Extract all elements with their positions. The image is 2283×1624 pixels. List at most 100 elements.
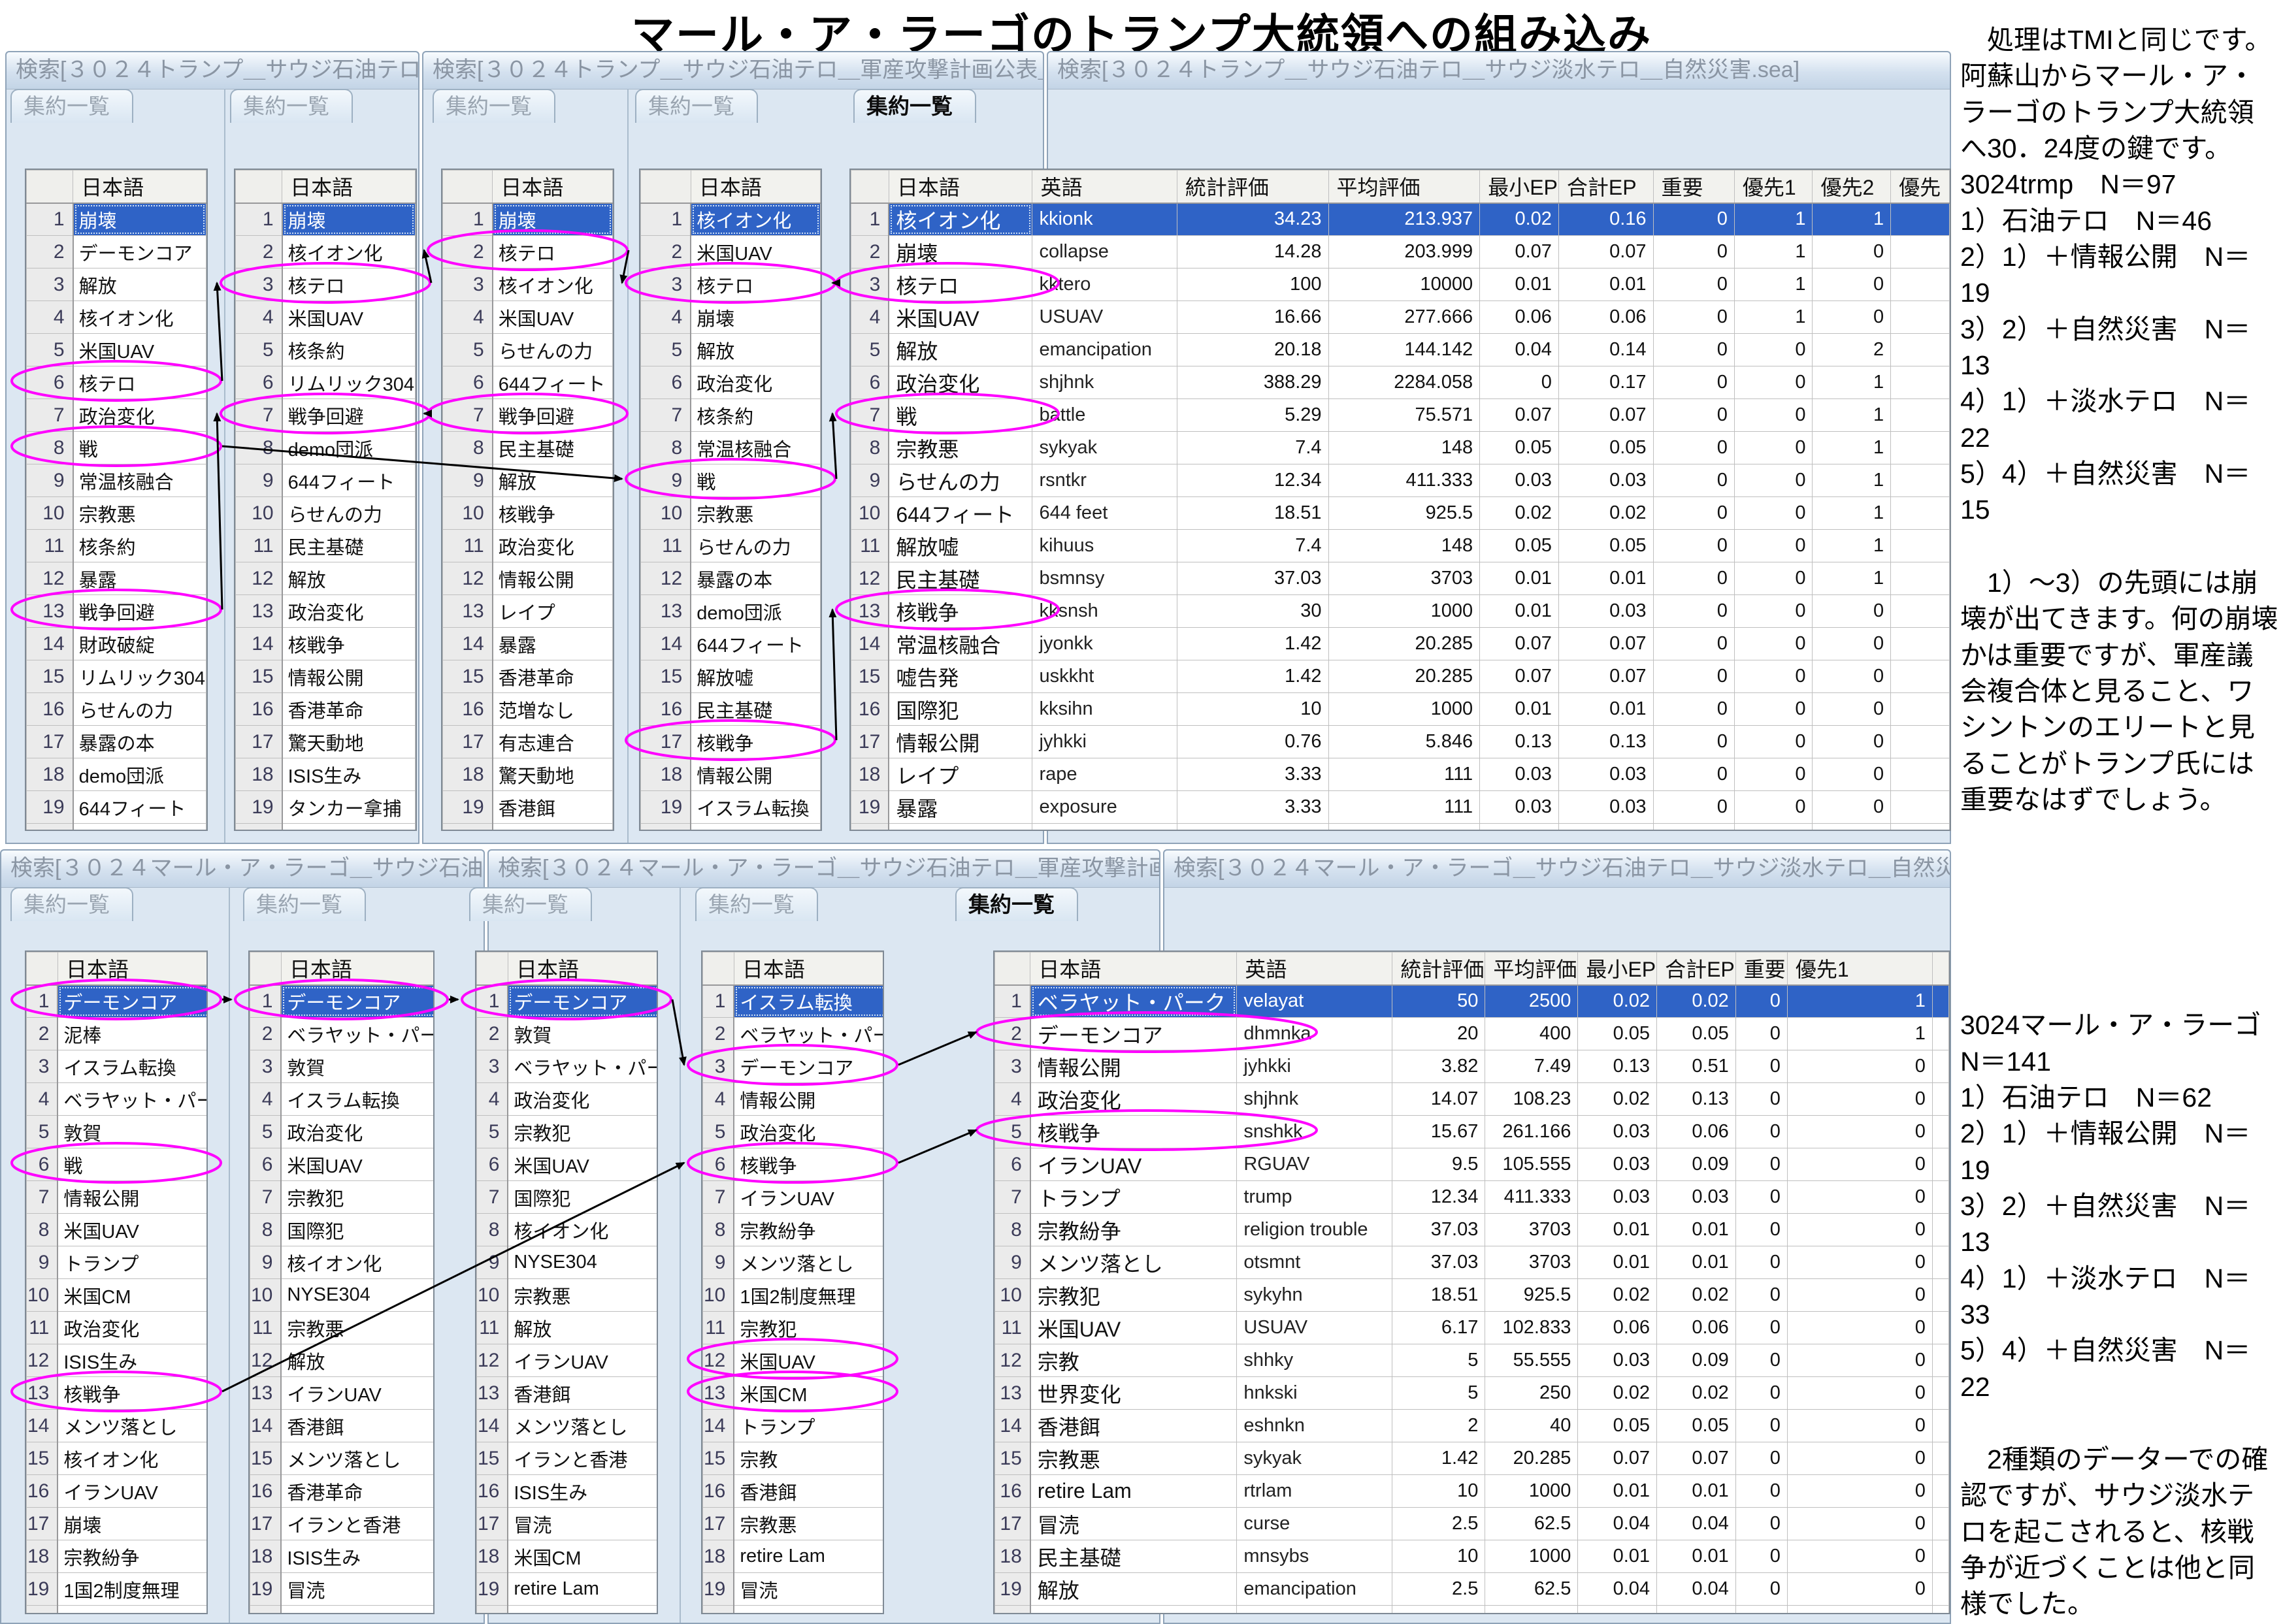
table-row[interactable]: 5らせんの力 [443,334,613,366]
table-row[interactable]: 19暴露exposure3.331110.030.03000 [851,791,1950,824]
table-row[interactable]: 8宗教紛争religion trouble37.0337030.010.0100 [995,1214,1949,1246]
table-row[interactable]: 12米国UAV [703,1344,885,1377]
window-title-bar[interactable]: 検索[３０２４トランプ＿サウジ石油テロ＿軍産攻撃計画公表＿自然災害.sea] [423,52,1043,89]
table-row[interactable]: 4政治変化 [477,1083,659,1116]
table-row[interactable]: 10宗教犯sykyhn18.51925.50.020.0200 [995,1279,1949,1312]
table-row[interactable]: 8宗教紛争 [703,1214,885,1246]
table-row[interactable]: 5解放emancipation20.18144.1420.040.14002 [851,334,1950,366]
table-row[interactable]: 1崩壊 [443,203,613,236]
column-header[interactable]: 英語 [1237,952,1392,985]
table-row[interactable]: 6核テロ [27,366,206,399]
table-row[interactable]: 14トランプ [703,1410,885,1442]
table-row[interactable]: 12民主基礎bsmnsy37.0337030.010.01001 [851,562,1950,595]
table-row[interactable]: 4イスラム転換 [250,1083,435,1116]
table-row[interactable]: 5核戦争snshkk15.67261.1660.030.0600 [995,1116,1949,1148]
table-row[interactable]: 9NYSE304 [477,1246,659,1279]
column-header[interactable]: 優先 [1891,171,1950,203]
window-title-bar[interactable]: 検索[３０２４マール・ア・ラーゴ＿サウジ石油テロ＿サウジ淡水テロ＿自然災害.se… [1164,851,1950,888]
table-row[interactable]: 2崩壊collapse14.28203.9990.070.07010 [851,236,1950,268]
table-row[interactable]: 12情報公開 [443,562,613,595]
table-row[interactable]: 14香港餌 [250,1410,435,1442]
table-row[interactable]: 3解放 [27,268,206,301]
table-row[interactable]: 15リムリック304 [27,660,206,693]
table-row[interactable]: 5敦賀 [27,1116,208,1148]
table-row[interactable]: 12解放 [250,1344,435,1377]
table-row[interactable]: 8民主基礎 [443,432,613,464]
table-row[interactable]: 4米国UAV [443,301,613,334]
table-row[interactable]: 11解放 [477,1312,659,1344]
table-row[interactable]: 13香港餌 [477,1377,659,1410]
table-row[interactable]: 7国際犯 [477,1181,659,1214]
table-row[interactable]: 11米国UAVUSUAV6.17102.8330.060.0600 [995,1312,1949,1344]
table-row[interactable]: 16らせんの力 [27,693,206,726]
table-row[interactable]: 7戦争回避 [443,399,613,432]
table-row[interactable]: 7イランUAV [703,1181,885,1214]
table-row[interactable]: 3情報公開jyhkki3.827.490.130.5100 [995,1050,1949,1083]
table-row[interactable]: 3核テロ [641,268,821,301]
table-row[interactable]: 18宗教紛争 [27,1540,208,1573]
tab-aggregate-list[interactable]: 集約一覧 [10,887,133,921]
table-row[interactable]: 7政治変化 [27,399,206,432]
table-row[interactable]: 2米国UAV [641,236,821,268]
table-row[interactable]: 8宗教悪sykyak7.41480.050.05001 [851,432,1950,464]
table-row[interactable]: 1崩壊 [236,203,416,236]
table-row[interactable]: 191国2制度無理 [27,1573,208,1606]
table-row[interactable]: 10米国CM [27,1279,208,1312]
column-header[interactable]: 日本語 [691,171,820,203]
column-header[interactable]: 日本語 [889,171,1032,203]
table-row[interactable]: 10宗教悪 [641,497,821,530]
table-row[interactable]: 1デーモンコア [477,985,659,1018]
table-row[interactable]: 15メンツ落とし [250,1442,435,1475]
table-row[interactable]: 2デーモンコア [27,236,206,268]
table-row[interactable]: 1崩壊 [27,203,206,236]
column-header[interactable]: 平均評価 [1328,171,1480,203]
table-row[interactable]: 19解放emancipation2.562.50.040.0400 [995,1573,1949,1606]
table-row[interactable]: 19644フィート [27,791,206,824]
table-row[interactable]: 6644フィート [443,366,613,399]
table-row[interactable]: 2核テロ [443,236,613,268]
table-row[interactable]: 15情報公開 [236,660,416,693]
table-row[interactable]: 18民主基礎mnsybs1010000.010.0100 [995,1540,1949,1573]
table-row[interactable]: 12解放 [236,562,416,595]
table-row[interactable]: 18demo団派 [27,758,206,791]
tab-aggregate-list-active[interactable]: 集約一覧 [955,887,1078,921]
table-row[interactable]: 5解放 [641,334,821,366]
window-title-bar[interactable]: 検索[３０２４トランプ＿サウジ石油テロ＿サウジ淡水テロ＿自然災害.sea] [1048,52,1950,89]
table-row[interactable]: 8demo団派 [236,432,416,464]
table-row[interactable]: 1デーモンコア [27,985,208,1018]
window-title-bar[interactable]: 検索[３０２４マール・ア・ラーゴ＿サウジ石油テロ＿軍産攻撃計画公表＿自然災害.s… [489,851,1159,888]
table-row[interactable]: 14香港餌eshnkn2400.050.0500 [995,1410,1949,1442]
table-row[interactable]: 19retire Lam [477,1573,659,1606]
table-row[interactable]: 16民主基礎 [641,693,821,726]
tab-aggregate-list[interactable]: 集約一覧 [243,887,366,921]
table-row[interactable]: 2ベラヤット・パーク [703,1018,885,1050]
table-row[interactable]: 7情報公開 [27,1181,208,1214]
tab-aggregate-list[interactable]: 集約一覧 [695,887,818,921]
column-header[interactable]: 優先1 [1734,171,1813,203]
table-row[interactable]: 11政治変化 [443,530,613,562]
tab-aggregate-list[interactable]: 集約一覧 [469,887,592,921]
table-row[interactable]: 8戦 [27,432,206,464]
table-row[interactable]: 3イスラム転換 [27,1050,208,1083]
table-row[interactable]: 14常温核融合jyonkk1.4220.2850.070.07000 [851,628,1950,660]
table-row[interactable]: 17イランと香港 [250,1508,435,1540]
tab-aggregate-list[interactable]: 集約一覧 [230,89,353,123]
table-row[interactable]: 13レイプ [443,595,613,628]
table-row[interactable]: 12宗教shhky555.5550.030.0900 [995,1344,1949,1377]
table-row[interactable]: 10核戦争 [443,497,613,530]
table-row[interactable]: 4情報公開 [703,1083,885,1116]
tab-aggregate-list-active[interactable]: 集約一覧 [853,89,976,123]
table-row[interactable]: 2泥棒 [27,1018,208,1050]
table-row[interactable]: 8国際犯 [250,1214,435,1246]
column-header[interactable]: 優先2 [1813,171,1891,203]
table-row[interactable]: 18驚天動地 [443,758,613,791]
table-row[interactable]: 2核イオン化 [236,236,416,268]
table-row[interactable]: 14暴露 [443,628,613,660]
table-row[interactable]: 4米国UAVUSUAV16.66277.6660.060.06010 [851,301,1950,334]
table-row[interactable]: 17冒涜curse2.562.50.040.0400 [995,1508,1949,1540]
column-header[interactable]: 最小EP [1480,171,1559,203]
table-row[interactable]: 15イランと香港 [477,1442,659,1475]
column-header[interactable] [1932,952,1948,985]
table-row[interactable]: 4ベラヤット・パーク [27,1083,208,1116]
table-row[interactable]: 11政治変化 [27,1312,208,1344]
